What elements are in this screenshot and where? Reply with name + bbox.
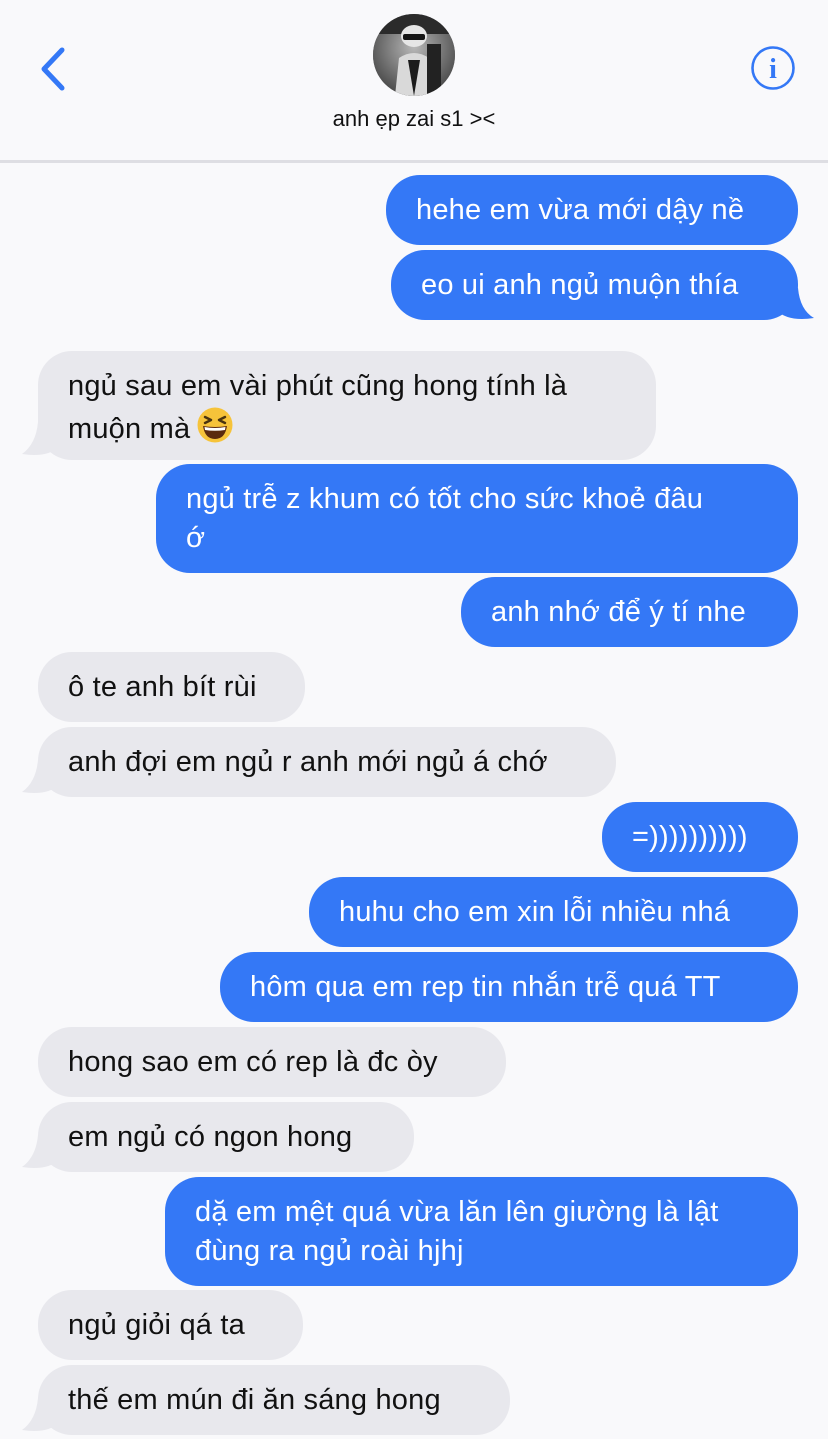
bubble-tail — [22, 760, 60, 793]
bubble-tail — [22, 422, 60, 455]
message-text: ô te anh bít rùi — [68, 671, 257, 703]
bubble-tail — [22, 1398, 60, 1431]
message-thread[interactable]: hehe em vừa mới dậy nề eo ui anh ngủ muộ… — [0, 164, 828, 1439]
message-bubble[interactable]: dặ em mệt quá vừa lăn lên giường là lật … — [165, 1177, 798, 1286]
message-bubble[interactable]: anh đợi em ngủ r anh mới ngủ á chớ — [38, 727, 616, 797]
message-bubble[interactable]: huhu cho em xin lỗi nhiều nhá — [309, 877, 798, 947]
message-bubble[interactable]: hong sao em có rep là đc òy — [38, 1027, 506, 1097]
message-text: thế em mún đi ăn sáng hong — [68, 1384, 441, 1416]
contact-avatar[interactable] — [373, 14, 455, 96]
message-bubble[interactable]: em ngủ có ngon hong — [38, 1102, 414, 1172]
message-text: hôm qua em rep tin nhắn trễ quá TT — [250, 971, 721, 1003]
chevron-left-icon — [41, 47, 65, 91]
message-bubble[interactable]: eo ui anh ngủ muộn thía — [391, 250, 798, 320]
bubble-tail — [22, 1135, 60, 1168]
message-bubble[interactable]: anh nhớ để ý tí nhe — [461, 577, 798, 647]
message-text: dặ em mệt quá vừa lăn lên giường là lật … — [195, 1196, 719, 1267]
message-text: huhu cho em xin lỗi nhiều nhá — [339, 896, 731, 928]
message-bubble[interactable]: thế em mún đi ăn sáng hong — [38, 1365, 510, 1435]
back-button[interactable] — [36, 44, 76, 94]
message-bubble[interactable]: hôm qua em rep tin nhắn trễ quá TT — [220, 952, 798, 1022]
message-text: hong sao em có rep là đc òy — [68, 1046, 438, 1078]
message-text: ngủ giỏi qá ta — [68, 1309, 245, 1341]
message-text: ngủ trễ z khum có tốt cho sức khoẻ đâu ớ — [186, 483, 704, 554]
message-bubble[interactable]: ngủ sau em vài phút cũng hong tính là mu… — [38, 351, 656, 460]
info-button[interactable]: i — [750, 45, 796, 91]
message-text: eo ui anh ngủ muộn thía — [421, 269, 739, 301]
message-bubble[interactable]: hehe em vừa mới dậy nề — [386, 175, 798, 245]
contact-name[interactable]: anh ẹp zai s1 >< — [0, 106, 828, 132]
conversation-header: anh ẹp zai s1 >< i — [0, 0, 828, 163]
info-circle-icon: i — [751, 46, 795, 90]
message-bubble[interactable]: =)))))))))) — [602, 802, 798, 872]
message-text: anh đợi em ngủ r anh mới ngủ á chớ — [68, 746, 548, 778]
message-text: anh nhớ để ý tí nhe — [491, 596, 747, 628]
message-text: em ngủ có ngon hong — [68, 1121, 353, 1153]
avatar-photo — [373, 14, 455, 96]
message-text: =)))))))))) — [632, 821, 748, 853]
message-bubble[interactable]: ngủ trễ z khum có tốt cho sức khoẻ đâu ớ — [156, 464, 798, 573]
message-text: ngủ sau em vài phút cũng hong tính là mu… — [68, 370, 568, 445]
message-bubble[interactable]: ngủ giỏi qá ta — [38, 1290, 303, 1360]
message-text: hehe em vừa mới dậy nề — [416, 194, 745, 226]
bubble-tail — [776, 288, 814, 319]
svg-text:i: i — [769, 54, 777, 85]
grinning-squinting-face-icon — [197, 407, 233, 443]
message-bubble[interactable]: ô te anh bít rùi — [38, 652, 305, 722]
